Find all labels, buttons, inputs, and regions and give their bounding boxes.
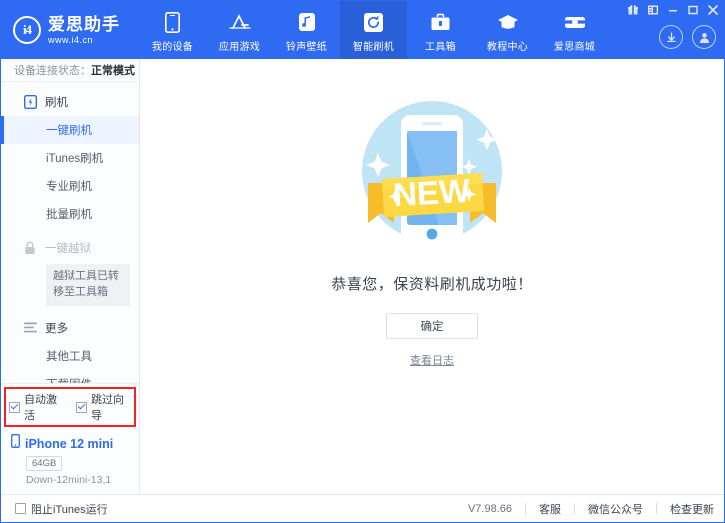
sidebar-group-jailbreak: 一键越狱 [1, 234, 139, 262]
confirm-button[interactable]: 确定 [386, 313, 478, 339]
window-controls [627, 4, 718, 15]
sidebar-item-label: 其他工具 [46, 348, 92, 364]
sidebar-item-label: 一键刷机 [46, 122, 92, 138]
sidebar: 设备连接状态：正常模式 刷机 一键刷机 iTunes刷机 专业刷机 [1, 59, 140, 494]
connection-status-label: 设备连接状态： [14, 62, 91, 78]
toolbox-icon [430, 11, 452, 33]
nav-item-ringtone-wallpaper[interactable]: 铃声壁纸 [273, 1, 340, 59]
refresh-icon [363, 11, 385, 33]
app-header: i4 爱思助手 www.i4.cn 我的设备 应用游戏 [1, 1, 724, 59]
nav-item-my-device[interactable]: 我的设备 [139, 1, 206, 59]
appstore-icon [229, 11, 251, 33]
flash-phone-icon [23, 95, 37, 109]
phone-icon [11, 434, 20, 453]
sidebar-item-download-firmware[interactable]: 下载固件 [1, 370, 139, 383]
jailbreak-tooltip: 越狱工具已转移至工具箱 [46, 264, 130, 306]
sidebar-group-label: 刷机 [45, 94, 68, 110]
sidebar-item-other-tools[interactable]: 其他工具 [1, 342, 139, 370]
checkbox-skip-wizard[interactable]: 跳过向导 [76, 391, 133, 423]
sidebar-item-label: iTunes刷机 [46, 150, 103, 166]
nav-label: 工具箱 [425, 38, 456, 53]
nav-label: 智能刷机 [353, 38, 394, 53]
sidebar-scroll: 刷机 一键刷机 iTunes刷机 专业刷机 批量刷机 [1, 82, 139, 383]
sidebar-item-itunes-flash[interactable]: iTunes刷机 [1, 144, 139, 172]
user-icon[interactable] [692, 25, 716, 49]
nav-item-apps-games[interactable]: 应用游戏 [206, 1, 273, 59]
nav-item-toolbox[interactable]: 工具箱 [407, 1, 474, 59]
checkbox-icon[interactable] [76, 402, 87, 413]
maximize-icon[interactable] [687, 4, 698, 15]
shop-icon [564, 11, 586, 33]
sidebar-item-label: 下载固件 [46, 376, 92, 383]
view-log-link[interactable]: 查看日志 [410, 352, 454, 368]
sidebar-group-more[interactable]: 更多 [1, 314, 139, 342]
divider [656, 503, 657, 514]
device-card[interactable]: iPhone 12 mini 64GB Down-12mini-13,1 [1, 429, 139, 494]
phone-icon [162, 11, 184, 33]
sidebar-item-label: 批量刷机 [46, 206, 92, 222]
logo-mark-icon: i4 [13, 16, 41, 44]
brand-url: www.i4.cn [48, 36, 120, 45]
download-icon[interactable] [659, 25, 683, 49]
nav-label: 应用游戏 [219, 38, 260, 53]
checkbox-label: 自动激活 [24, 391, 66, 423]
main-navigation: 我的设备 应用游戏 铃声壁纸 智能刷机 [139, 1, 608, 59]
brand-name: 爱思助手 [48, 16, 120, 33]
divider [574, 503, 575, 514]
check-update-link[interactable]: 检查更新 [670, 501, 714, 517]
list-icon [23, 321, 37, 335]
graduation-icon [497, 11, 519, 33]
nav-label: 爱思商城 [554, 38, 595, 53]
nav-item-tutorial-center[interactable]: 教程中心 [474, 1, 541, 59]
sidebar-item-batch-flash[interactable]: 批量刷机 [1, 200, 139, 228]
lock-icon [23, 241, 37, 255]
sidebar-options: 自动激活 跳过向导 [1, 383, 139, 429]
account-actions [659, 25, 716, 49]
music-icon [296, 11, 318, 33]
sidebar-item-pro-flash[interactable]: 专业刷机 [1, 172, 139, 200]
menu-icon[interactable] [647, 4, 658, 15]
new-badge-illustration: NEW [332, 87, 532, 267]
divider [525, 503, 526, 514]
status-bar-right: V7.98.66 客服 微信公众号 检查更新 [468, 501, 714, 517]
app-window: i4 爱思助手 www.i4.cn 我的设备 应用游戏 [0, 0, 725, 523]
status-bar: 阻止iTunes运行 V7.98.66 客服 微信公众号 检查更新 [1, 494, 724, 522]
checkbox-block-itunes[interactable]: 阻止iTunes运行 [15, 501, 108, 517]
nav-label: 铃声壁纸 [286, 38, 327, 53]
checkbox-label: 阻止iTunes运行 [31, 501, 108, 517]
connection-status: 设备连接状态：正常模式 [1, 59, 139, 82]
success-message: 恭喜您，保资料刷机成功啦！ [331, 273, 533, 294]
wechat-official-link[interactable]: 微信公众号 [588, 501, 643, 517]
version-label: V7.98.66 [468, 503, 512, 515]
nav-item-i4-store[interactable]: 爱思商城 [541, 1, 608, 59]
sidebar-group-flash[interactable]: 刷机 [1, 88, 139, 116]
checkbox-icon[interactable] [15, 503, 26, 514]
device-identifier: Down-12mini-13,1 [26, 474, 131, 486]
close-icon[interactable] [707, 4, 718, 15]
checkbox-icon[interactable] [9, 402, 20, 413]
nav-label: 我的设备 [152, 38, 193, 53]
nav-item-smart-flash[interactable]: 智能刷机 [340, 1, 407, 59]
new-badge-text: NEW [392, 172, 472, 214]
sidebar-group-label: 更多 [45, 320, 68, 336]
customer-service-link[interactable]: 客服 [539, 501, 561, 517]
gift-icon[interactable] [627, 4, 638, 15]
brand-logo: i4 爱思助手 www.i4.cn [1, 1, 139, 59]
nav-label: 教程中心 [487, 38, 528, 53]
checkbox-auto-activate[interactable]: 自动激活 [9, 391, 66, 423]
device-capacity-badge: 64GB [26, 456, 62, 471]
minimize-icon[interactable] [667, 4, 678, 15]
device-name: iPhone 12 mini [25, 437, 113, 451]
checkbox-label: 跳过向导 [91, 391, 133, 423]
app-body: 设备连接状态：正常模式 刷机 一键刷机 iTunes刷机 专业刷机 [1, 59, 724, 494]
sidebar-group-label: 一键越狱 [45, 240, 91, 256]
sidebar-item-one-key-flash[interactable]: 一键刷机 [1, 116, 139, 144]
sidebar-item-label: 专业刷机 [46, 178, 92, 194]
main-content: NEW 恭喜您，保资料刷机成功啦！ 确定 查看日志 [140, 59, 724, 494]
connection-status-value: 正常模式 [91, 62, 135, 78]
